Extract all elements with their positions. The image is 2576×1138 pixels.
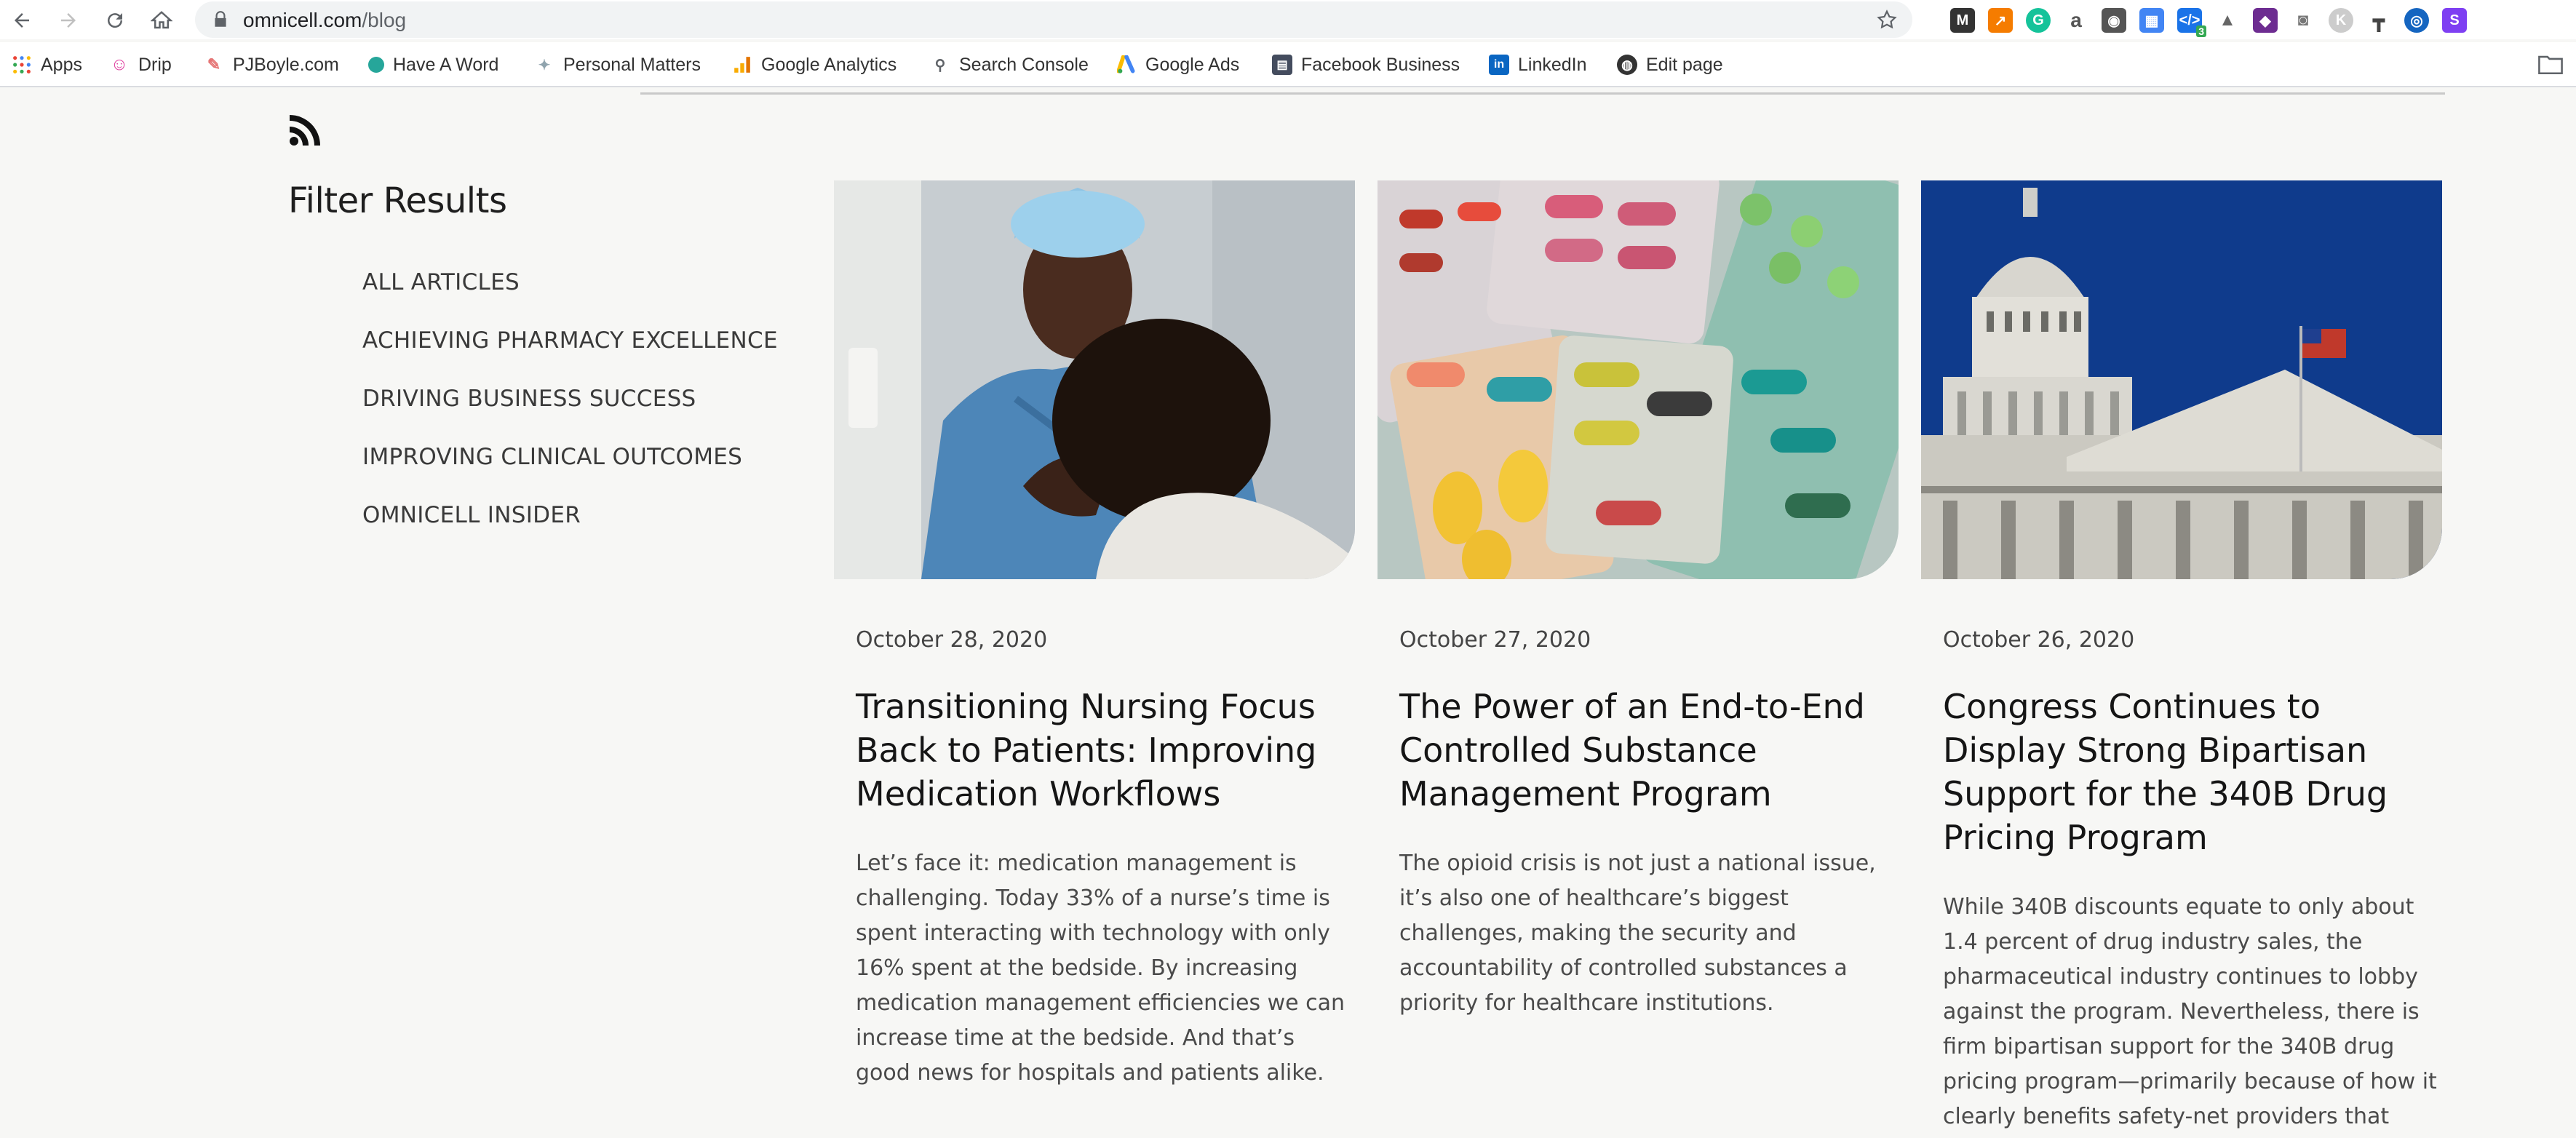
bookmark-search-console[interactable]: ⚲ Search Console xyxy=(930,52,1089,78)
other-bookmarks-folder-icon[interactable] xyxy=(2538,53,2563,75)
globe-icon: ◍ xyxy=(1617,55,1637,75)
calendar-extension-icon[interactable]: ▦ xyxy=(2139,8,2164,33)
gmail-extension-icon[interactable]: M xyxy=(1950,8,1975,33)
bookmark-personal-matters[interactable]: ✦ Personal Matters xyxy=(534,52,701,78)
extension-badge: 3 xyxy=(2196,25,2206,37)
forward-arrow-icon[interactable] xyxy=(52,4,84,36)
bookmark-label: Apps xyxy=(41,54,82,75)
facebook-business-icon: ▤ xyxy=(1272,55,1292,75)
paint-roller-extension-icon[interactable]: ┳ xyxy=(2366,8,2391,33)
article-image-pills[interactable] xyxy=(1378,180,1899,579)
back-arrow-icon[interactable] xyxy=(6,4,38,36)
owl-extension-icon[interactable]: ◎ xyxy=(2404,8,2429,33)
reload-icon[interactable] xyxy=(99,4,131,36)
bookmarks-bar: Apps ☺ Drip ✎ PJBoyle.com Have A Word ✦ … xyxy=(0,42,2576,87)
url-text[interactable]: omnicell.com/blog xyxy=(243,9,406,32)
filter-omnicell-insider[interactable]: OMNICELL INSIDER xyxy=(362,502,778,560)
filter-driving-business-success[interactable]: DRIVING BUSINESS SUCCESS xyxy=(362,386,778,444)
lock-icon xyxy=(215,11,226,27)
article-excerpt: While 340B discounts equate to only abou… xyxy=(1943,894,2437,1129)
article-title[interactable]: Congress Continues to Display Strong Bip… xyxy=(1943,685,2438,859)
article-image-capitol[interactable] xyxy=(1921,180,2442,579)
bookmark-google-analytics[interactable]: Google Analytics xyxy=(732,52,897,78)
code-extension-icon[interactable]: </> 3 xyxy=(2177,8,2206,37)
article-card[interactable]: October 26, 2020 Congress Continues to D… xyxy=(1921,180,2442,1138)
home-icon[interactable] xyxy=(146,4,178,36)
filter-results-heading: Filter Results xyxy=(288,180,507,221)
grammarly-extension-icon[interactable]: G xyxy=(2026,8,2051,33)
filter-achieving-pharmacy-excellence[interactable]: ACHIEVING PHARMACY EXCELLENCE xyxy=(362,327,778,386)
pjboyle-icon: ✎ xyxy=(207,55,221,73)
bookmark-label: Personal Matters xyxy=(563,54,701,75)
filter-improving-clinical-outcomes[interactable]: IMPROVING CLINICAL OUTCOMES xyxy=(362,444,778,502)
bookmark-star-icon[interactable] xyxy=(1876,9,1898,31)
article-title[interactable]: The Power of an End-to-End Controlled Su… xyxy=(1399,685,1894,816)
url-host: omnicell.com xyxy=(243,9,362,31)
amazon-extension-icon[interactable]: a xyxy=(2064,8,2088,33)
bookmark-label: Google Analytics xyxy=(761,54,897,75)
bookmark-pjboyle[interactable]: ✎ PJBoyle.com xyxy=(204,52,339,78)
article-card[interactable]: October 27, 2020 The Power of an End-to-… xyxy=(1378,180,1899,1021)
url-path: /blog xyxy=(362,9,407,31)
category-filter-list: ALL ARTICLES ACHIEVING PHARMACY EXCELLEN… xyxy=(362,269,778,560)
have-a-word-icon xyxy=(368,57,384,73)
linkedin-icon: in xyxy=(1489,55,1509,75)
address-bar[interactable]: omnicell.com/blog xyxy=(195,1,1912,38)
k-extension-icon[interactable]: K xyxy=(2329,8,2353,33)
bookmark-label: Google Ads xyxy=(1145,54,1240,75)
bookmark-google-ads[interactable]: Google Ads xyxy=(1116,52,1239,78)
bookmark-drip[interactable]: ☺ Drip xyxy=(109,52,172,78)
extension-toolbar: M ↗ G a ◉ ▦ </> 3 ▲ ◆ ◙ K ┳ ◎ S xyxy=(1950,4,2467,37)
bookmark-apps[interactable]: Apps xyxy=(12,52,82,78)
bookmark-label: Facebook Business xyxy=(1301,54,1460,75)
rss-feed-icon[interactable] xyxy=(288,112,323,147)
search-console-icon: ⚲ xyxy=(934,57,946,73)
personal-matters-icon: ✦ xyxy=(538,57,551,73)
article-image-nurse-patient[interactable] xyxy=(834,180,1355,579)
bookmark-have-a-word[interactable]: Have A Word xyxy=(368,52,498,78)
bookmark-edit-page[interactable]: ◍ Edit page xyxy=(1617,52,1723,78)
bookmark-label: Search Console xyxy=(959,54,1089,75)
bookmark-linkedin[interactable]: in LinkedIn xyxy=(1489,52,1587,78)
bookmark-facebook-business[interactable]: ▤ Facebook Business xyxy=(1272,52,1460,78)
drive-extension-icon[interactable]: ▲ xyxy=(2215,8,2240,33)
article-excerpt: The opioid crisis is not just a national… xyxy=(1399,851,1876,1016)
google-ads-icon xyxy=(1116,55,1137,75)
analytics-extension-icon[interactable]: ↗ xyxy=(1988,8,2013,33)
drip-icon: ☺ xyxy=(110,55,129,74)
article-date: October 26, 2020 xyxy=(1943,627,2135,653)
bookmark-label: Drip xyxy=(138,54,172,75)
bookmark-label: Have A Word xyxy=(393,54,499,75)
article-date: October 28, 2020 xyxy=(856,627,1048,653)
bookmark-label: Edit page xyxy=(1646,54,1723,75)
header-divider xyxy=(640,92,2445,95)
purple-extension-icon[interactable]: ◆ xyxy=(2253,8,2278,33)
profile-extension-icon[interactable]: S xyxy=(2442,8,2467,33)
google-analytics-icon xyxy=(732,55,752,75)
browser-toolbar: omnicell.com/blog M ↗ G a ◉ ▦ </> 3 ▲ ◆ ◙… xyxy=(0,0,2576,39)
article-title[interactable]: Transitioning Nursing Focus Back to Pati… xyxy=(856,685,1351,816)
filter-all-articles[interactable]: ALL ARTICLES xyxy=(362,269,778,327)
bookmark-label: LinkedIn xyxy=(1518,54,1587,75)
shield-extension-icon[interactable]: ◉ xyxy=(2102,8,2126,33)
article-date: October 27, 2020 xyxy=(1399,627,1591,653)
article-card[interactable]: October 28, 2020 Transitioning Nursing F… xyxy=(834,180,1355,1091)
apps-grid-icon xyxy=(12,55,32,75)
article-excerpt: Let’s face it: medication management is … xyxy=(856,851,1345,1086)
camera-extension-icon[interactable]: ◙ xyxy=(2291,8,2315,33)
bookmark-label: PJBoyle.com xyxy=(233,54,339,75)
